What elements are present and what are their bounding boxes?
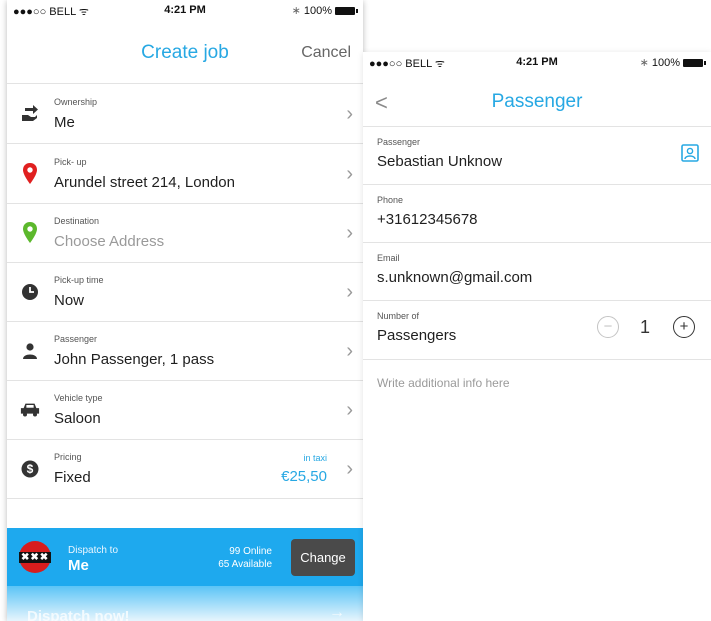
- battery-icon: [335, 6, 358, 15]
- field-label: Passenger: [377, 137, 421, 147]
- dollar-icon: $: [20, 459, 40, 479]
- green-pin-icon: [20, 222, 40, 243]
- hand-arrow-icon: [20, 104, 40, 124]
- field-label: Number of: [377, 311, 420, 321]
- cancel-button[interactable]: Cancel: [301, 44, 351, 62]
- row-label: Pick- up: [54, 157, 87, 167]
- dispatch-now-button[interactable]: Dispatch now! →: [7, 586, 363, 621]
- passenger-row[interactable]: Passenger John Passenger, 1 pass ›: [7, 321, 363, 381]
- dispatch-bar: ✖✖✖ Dispatch to Me 99 Online 65 Availabl…: [7, 528, 363, 586]
- ownership-row[interactable]: Ownership Me ›: [7, 84, 363, 144]
- phone-field[interactable]: Phone +31612345678: [363, 185, 711, 243]
- field-value: s.unknown@gmail.com: [377, 269, 533, 286]
- field-label: Email: [377, 253, 400, 263]
- row-value: Arundel street 214, London: [54, 174, 235, 191]
- field-label: Phone: [377, 195, 404, 205]
- dispatch-now-label: Dispatch now!: [27, 608, 130, 621]
- change-button[interactable]: Change: [291, 539, 355, 576]
- status-bar: ●●●○○ BELL ᯤ 4:21 PM ∗ 100%: [7, 0, 363, 20]
- svg-text:$: $: [27, 462, 34, 476]
- passenger-name-field[interactable]: Passenger Sebastian Unknow: [363, 127, 711, 185]
- field-value: Sebastian Unknow: [377, 153, 503, 170]
- passenger-count-value: 1: [639, 317, 650, 337]
- row-value: Fixed: [54, 469, 91, 486]
- nav-bar: < Passenger: [363, 80, 711, 124]
- available-count: 65 Available: [218, 559, 272, 570]
- dispatch-to-label: Dispatch to: [68, 545, 119, 556]
- chevron-right-icon: ›: [346, 458, 353, 480]
- destination-placeholder: Choose Address: [54, 233, 165, 250]
- passenger-count-field: Number of Passengers − 1 +: [363, 301, 711, 360]
- create-job-screen: ●●●○○ BELL ᯤ 4:21 PM ∗ 100% Create job C…: [7, 0, 363, 621]
- chevron-right-icon: ›: [346, 103, 353, 125]
- status-bar: ●●●○○ BELL ᯤ 4:21 PM ∗ 100%: [363, 52, 711, 72]
- dispatch-to-value: Me: [68, 557, 89, 574]
- page-title: Passenger: [491, 91, 583, 112]
- amsterdam-logo: ✖✖✖: [18, 541, 52, 573]
- battery-percent: 100%: [651, 56, 680, 69]
- pricing-row[interactable]: $ Pricing Fixed in taxi €25,50 ›: [7, 439, 363, 499]
- online-count: 99 Online: [229, 546, 272, 557]
- row-label: Pick-up time: [54, 275, 104, 285]
- row-value: John Passenger, 1 pass: [54, 351, 215, 368]
- battery-icon: [683, 58, 706, 67]
- bluetooth-icon: ∗: [639, 57, 649, 69]
- destination-row[interactable]: Destination Choose Address ›: [7, 203, 363, 263]
- price-note: in taxi: [303, 453, 327, 463]
- battery-percent: 100%: [303, 4, 332, 17]
- battery-indicator: ∗ 100%: [291, 4, 358, 17]
- pickup-time-row[interactable]: Pick-up time Now ›: [7, 262, 363, 322]
- row-value: Me: [54, 114, 75, 131]
- field-value: Passengers: [377, 327, 457, 344]
- contact-card-icon[interactable]: [681, 144, 699, 162]
- chevron-right-icon: ›: [346, 399, 353, 421]
- pickup-row[interactable]: Pick- up Arundel street 214, London ›: [7, 144, 363, 204]
- increment-button[interactable]: +: [673, 316, 695, 338]
- email-field[interactable]: Email s.unknown@gmail.com: [363, 243, 711, 301]
- chevron-right-icon: ›: [346, 163, 353, 185]
- price-value: €25,50: [281, 468, 327, 485]
- row-label: Vehicle type: [54, 393, 103, 403]
- row-label: Ownership: [54, 97, 98, 107]
- vehicle-type-row[interactable]: Vehicle type Saloon ›: [7, 380, 363, 440]
- clock-icon: [20, 282, 40, 302]
- notes-input[interactable]: Write additional info here: [377, 376, 510, 390]
- row-label: Pricing: [54, 452, 82, 462]
- row-value: Saloon: [54, 410, 101, 427]
- passenger-screen: ●●●○○ BELL ᯤ 4:21 PM ∗ 100% < Passenger …: [363, 52, 711, 621]
- car-icon: [20, 400, 40, 420]
- nav-bar: Create job Cancel: [7, 30, 363, 74]
- decrement-button[interactable]: −: [597, 316, 619, 338]
- row-label: Destination: [54, 216, 100, 226]
- chevron-right-icon: ›: [346, 222, 353, 244]
- row-label: Passenger: [54, 334, 98, 344]
- logo-crosses: ✖✖✖: [18, 551, 52, 563]
- arrow-right-icon: →: [329, 604, 345, 621]
- bluetooth-icon: ∗: [291, 5, 301, 17]
- red-pin-icon: [20, 163, 40, 184]
- person-icon: [20, 341, 40, 361]
- row-value: Now: [54, 292, 85, 309]
- chevron-right-icon: ›: [346, 281, 353, 303]
- field-value: +31612345678: [377, 211, 478, 228]
- battery-indicator: ∗ 100%: [639, 56, 706, 69]
- chevron-right-icon: ›: [346, 340, 353, 362]
